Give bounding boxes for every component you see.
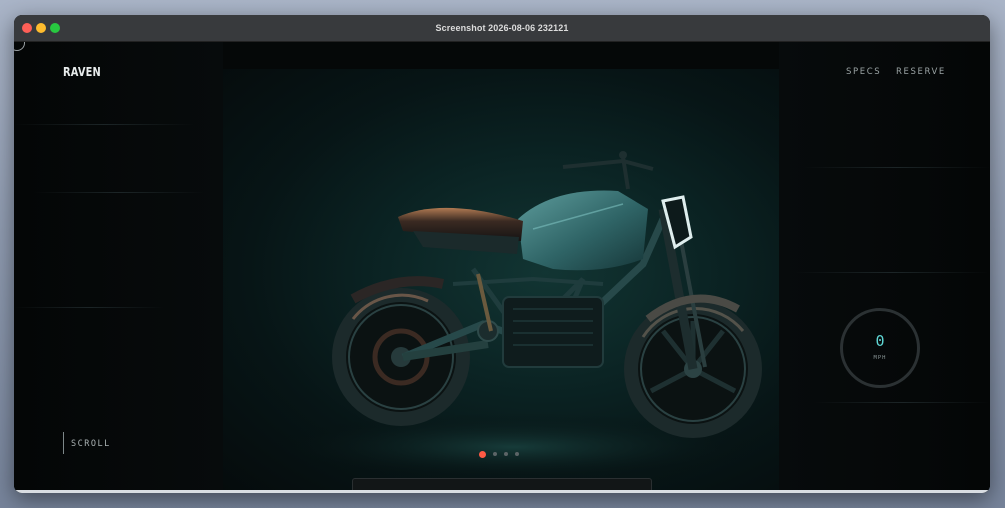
browser-window: Screenshot 2026-08-06 232121 RAVEN SPECS… — [14, 15, 990, 493]
light-streak — [794, 272, 990, 273]
right-panel — [779, 42, 990, 493]
light-streak — [14, 307, 164, 308]
scroll-label: SCROLL — [71, 439, 111, 449]
speed-gauge: 0 MPH — [840, 308, 920, 388]
tank — [518, 190, 648, 271]
light-streak — [14, 124, 194, 125]
carousel-dot-4[interactable] — [515, 452, 519, 456]
rear-wheel — [332, 288, 470, 426]
left-panel — [14, 42, 223, 493]
nav-link-specs[interactable]: SPECS — [846, 67, 881, 77]
scroll-indicator-line — [63, 432, 64, 454]
carousel-dot-1[interactable] — [479, 450, 486, 458]
page-viewport: RAVEN SPECS RESERVE SCROLL 0 MPH — [14, 42, 990, 493]
light-streak — [814, 402, 990, 403]
window-title: Screenshot 2026-08-06 232121 — [435, 23, 569, 33]
nav-link-reserve[interactable]: RESERVE — [896, 67, 946, 77]
hero-stage — [223, 69, 779, 493]
handlebar — [562, 151, 654, 190]
light-streak — [804, 167, 990, 168]
seat — [398, 207, 523, 254]
light-streak — [34, 192, 204, 193]
carousel-dot-2[interactable] — [493, 452, 497, 456]
window-bottom-edge — [14, 490, 990, 493]
speed-unit: MPH — [873, 355, 887, 361]
carousel-dot-3[interactable] — [504, 452, 508, 456]
window-titlebar: Screenshot 2026-08-06 232121 — [14, 15, 990, 42]
carousel-pagination — [479, 450, 519, 458]
motorcycle-image — [263, 151, 763, 481]
speed-value: 0 — [875, 332, 885, 350]
brand-logo[interactable]: RAVEN — [63, 65, 101, 79]
